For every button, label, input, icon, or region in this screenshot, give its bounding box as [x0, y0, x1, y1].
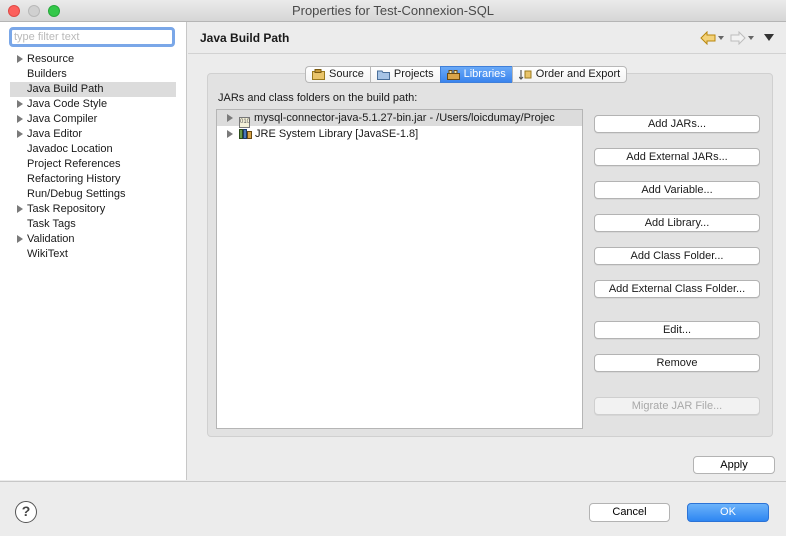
- view-menu-icon[interactable]: [764, 34, 774, 41]
- tree-item-label: WikiText: [27, 248, 68, 260]
- tree-item-refactoring-history[interactable]: Refactoring History: [10, 172, 176, 187]
- tree-item-java-editor[interactable]: Java Editor: [10, 127, 176, 142]
- tree-item-label: Java Code Style: [27, 98, 108, 110]
- filter-field[interactable]: [9, 27, 175, 47]
- tree-item-resource[interactable]: Resource: [10, 52, 176, 67]
- tree-item-label: Builders: [27, 68, 67, 80]
- tree-item-label: Validation: [27, 233, 75, 245]
- page-title: Java Build Path: [200, 31, 290, 45]
- list-item-mysql-connector-jar[interactable]: 010 mysql-connector-java-5.1.27-bin.jar -…: [217, 110, 582, 128]
- forward-dropdown-icon[interactable]: [748, 36, 754, 40]
- back-arrow-icon[interactable]: [700, 31, 716, 45]
- tree-item-label: Java Editor: [27, 128, 83, 140]
- expand-triangle-icon[interactable]: [227, 130, 233, 138]
- tab-source[interactable]: Source: [305, 66, 370, 83]
- folder-icon: [376, 70, 390, 80]
- expand-triangle-icon[interactable]: [17, 235, 23, 243]
- tree-item-task-tags[interactable]: Task Tags: [10, 217, 176, 232]
- tree-item-label: Resource: [27, 53, 75, 65]
- add-library-button[interactable]: Add Library...: [594, 214, 760, 232]
- tree-item-label: Task Tags: [27, 218, 76, 230]
- tree-item-builders[interactable]: Builders: [10, 67, 176, 82]
- filter-input[interactable]: [12, 30, 172, 44]
- cancel-button[interactable]: Cancel: [589, 503, 670, 522]
- tree-item-label: Java Build Path: [27, 83, 104, 95]
- tab-label: Libraries: [463, 68, 506, 80]
- window-title: Properties for Test-Connexion-SQL: [291, 3, 495, 18]
- tree-item-java-code-style[interactable]: Java Code Style: [10, 97, 176, 112]
- tree-item-label: Task Repository: [27, 203, 106, 215]
- expand-triangle-icon[interactable]: [17, 100, 23, 108]
- tree-item-task-repository[interactable]: Task Repository: [10, 202, 176, 217]
- history-navigation: [700, 30, 780, 46]
- title-bar: Properties for Test-Connexion-SQL: [0, 0, 786, 22]
- tree-item-run-debug-settings[interactable]: Run/Debug Settings: [10, 187, 176, 202]
- preference-tree: Resource Builders Java Build Path Java C…: [10, 52, 176, 262]
- list-item-jre-system-library[interactable]: JRE System Library [JavaSE-1.8]: [217, 126, 582, 142]
- libraries-icon: [446, 70, 460, 80]
- add-external-class-folder-button[interactable]: Add External Class Folder...: [594, 280, 760, 298]
- tree-item-project-references[interactable]: Project References: [10, 157, 176, 172]
- tree-item-java-compiler[interactable]: Java Compiler: [10, 112, 176, 127]
- tree-item-javadoc-location[interactable]: Javadoc Location: [10, 142, 176, 157]
- help-icon[interactable]: ?: [15, 501, 37, 523]
- add-jars-button[interactable]: Add JARs...: [594, 115, 760, 133]
- migrate-jar-button[interactable]: Migrate JAR File...: [594, 397, 760, 415]
- forward-arrow-icon[interactable]: [730, 31, 746, 45]
- add-class-folder-button[interactable]: Add Class Folder...: [594, 247, 760, 265]
- back-dropdown-icon[interactable]: [718, 36, 724, 40]
- tree-item-java-build-path[interactable]: Java Build Path: [10, 82, 176, 97]
- tab-label: Order and Export: [535, 68, 621, 80]
- tab-label: Source: [329, 68, 364, 80]
- tab-label: Projects: [393, 68, 434, 80]
- preference-tree-panel: Resource Builders Java Build Path Java C…: [0, 22, 187, 480]
- tab-projects[interactable]: Projects: [369, 66, 440, 83]
- expand-triangle-icon[interactable]: [17, 205, 23, 213]
- tree-item-label: Javadoc Location: [27, 143, 113, 155]
- apply-button[interactable]: Apply: [693, 456, 775, 474]
- dialog-footer: ? Cancel OK: [0, 481, 786, 536]
- remove-button[interactable]: Remove: [594, 354, 760, 372]
- build-path-list[interactable]: 010 mysql-connector-java-5.1.27-bin.jar -…: [216, 109, 583, 429]
- tree-item-label: Run/Debug Settings: [27, 188, 126, 200]
- build-path-tabs: Source Projects Libraries Order and Expo…: [305, 66, 628, 83]
- tree-item-label: Refactoring History: [27, 173, 121, 185]
- build-path-list-label: JARs and class folders on the build path…: [218, 92, 418, 104]
- tab-libraries[interactable]: Libraries: [439, 66, 512, 83]
- tab-order-and-export[interactable]: Order and Export: [511, 66, 628, 83]
- tree-item-validation[interactable]: Validation: [10, 232, 176, 247]
- source-icon: [312, 69, 325, 80]
- expand-triangle-icon[interactable]: [227, 114, 233, 122]
- expand-triangle-icon[interactable]: [17, 130, 23, 138]
- tree-item-label: Project References: [27, 158, 121, 170]
- expand-triangle-icon[interactable]: [17, 55, 23, 63]
- tree-item-wikitext[interactable]: WikiText: [10, 247, 176, 262]
- ok-button[interactable]: OK: [687, 503, 769, 522]
- list-item-label: mysql-connector-java-5.1.27-bin.jar - /U…: [254, 112, 555, 124]
- edit-button[interactable]: Edit...: [594, 321, 760, 339]
- expand-triangle-icon[interactable]: [17, 115, 23, 123]
- add-external-jars-button[interactable]: Add External JARs...: [594, 148, 760, 166]
- tree-item-label: Java Compiler: [27, 113, 98, 125]
- order-icon: [518, 70, 532, 80]
- add-variable-button[interactable]: Add Variable...: [594, 181, 760, 199]
- header-divider: [188, 53, 786, 54]
- library-icon: [239, 129, 252, 139]
- list-item-label: JRE System Library [JavaSE-1.8]: [255, 128, 419, 140]
